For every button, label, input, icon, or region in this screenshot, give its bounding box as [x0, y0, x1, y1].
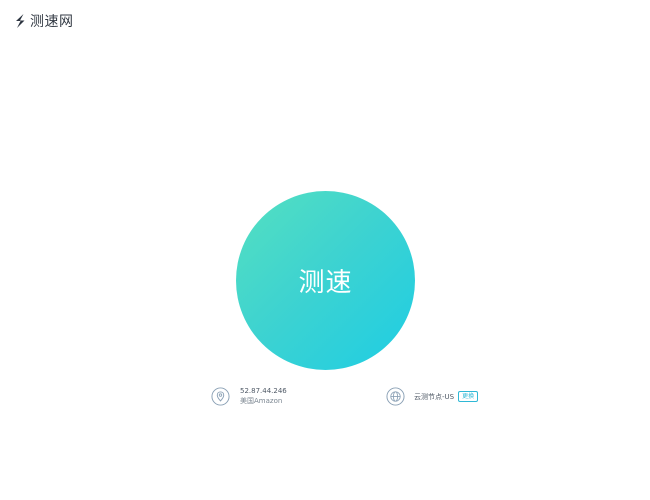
node-info: 云测节点-US 更换	[386, 387, 479, 406]
location-pin-icon	[211, 386, 230, 406]
lightning-s-icon	[16, 14, 25, 28]
ip-info-text: 52.87.44.246 美国Amazon	[240, 386, 287, 406]
ip-info: 52.87.44.246 美国Amazon	[211, 386, 287, 406]
node-label: 云测节点-US	[414, 392, 455, 401]
node-info-text: 云测节点-US 更换	[414, 391, 479, 402]
globe-icon	[386, 387, 405, 406]
logo-text: 测速网	[30, 14, 74, 30]
speedtest-page: 测速网 测速 52.87.44.246 美国Amazon 云测节点-US 更换	[0, 0, 650, 500]
start-test-button[interactable]: 测速	[236, 191, 415, 370]
change-node-button[interactable]: 更换	[458, 391, 479, 402]
start-test-label: 测速	[298, 268, 353, 298]
isp-name: 美国Amazon	[240, 397, 283, 405]
logo[interactable]: 测速网	[13, 11, 74, 31]
ip-address: 52.87.44.246	[240, 387, 287, 395]
